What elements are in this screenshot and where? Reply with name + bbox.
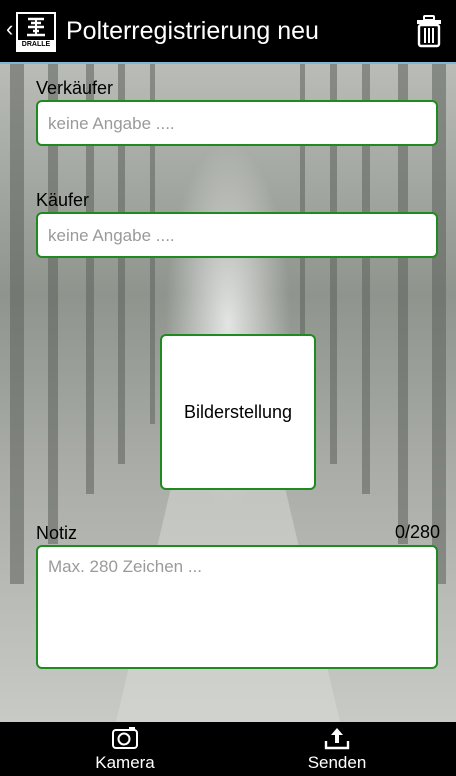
note-textarea[interactable]: Max. 280 Zeichen ... <box>36 545 438 669</box>
dralle-logo-mark-icon <box>27 17 45 37</box>
send-label: Senden <box>307 753 367 772</box>
page-title: Polterregistrierung neu <box>66 17 319 45</box>
camera-icon <box>112 727 138 749</box>
camera-label: Kamera <box>95 753 155 772</box>
create-image-button[interactable]: Bilderstellung <box>160 334 316 490</box>
buyer-label: Käufer <box>36 190 90 210</box>
delete-trash-icon[interactable] <box>414 14 444 48</box>
camera-tab[interactable]: Kamera <box>60 722 190 776</box>
seller-label: Verkäufer <box>36 78 114 98</box>
app-logo[interactable]: DRALLE <box>16 12 56 52</box>
upload-send-icon <box>324 728 350 750</box>
send-tab[interactable]: Senden <box>272 722 402 776</box>
buyer-input[interactable]: keine Angabe .... <box>36 212 438 258</box>
bottom-navigation: Kamera Senden <box>0 722 456 776</box>
note-character-counter: 0/280 <box>394 522 440 542</box>
app-header: ‹ DRALLE Polterregistrierung neu <box>0 0 456 64</box>
seller-input[interactable]: keine Angabe .... <box>36 100 438 146</box>
logo-brand-text: DRALLE <box>18 40 54 50</box>
note-label: Notiz <box>36 523 78 543</box>
back-chevron-icon[interactable]: ‹ <box>6 18 13 40</box>
